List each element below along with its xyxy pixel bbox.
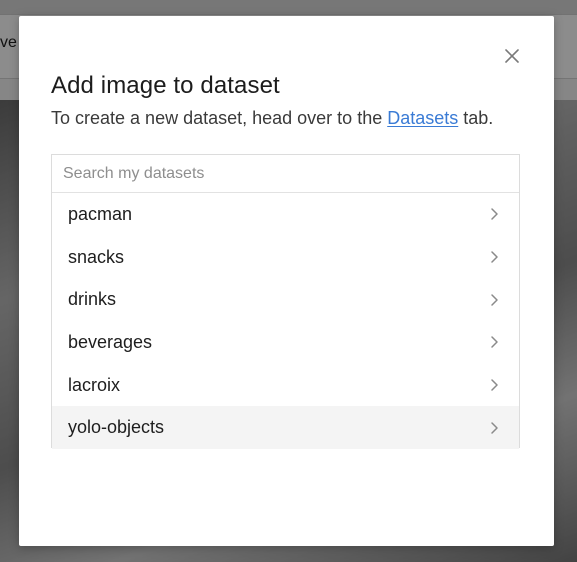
chevron-right-icon [491, 208, 498, 221]
close-button[interactable] [502, 46, 522, 66]
dataset-name: yolo-objects [68, 417, 165, 438]
dataset-name: lacroix [68, 374, 121, 395]
chevron-right-icon [491, 293, 498, 306]
datasets-tab-link[interactable]: Datasets [387, 108, 458, 128]
dataset-picker: pacman snacks drinks beverages lacroix yolo-o… [51, 154, 520, 450]
dataset-list: pacman snacks drinks beverages lacroix yolo-o… [52, 193, 519, 450]
add-to-dataset-modal: Add image to dataset To create a new dat… [19, 16, 554, 546]
modal-title: Add image to dataset [51, 72, 280, 99]
dataset-name: beverages [68, 331, 153, 352]
subtitle-prefix: To create a new dataset, head over to th… [51, 108, 388, 128]
dataset-item[interactable]: drinks [52, 278, 519, 322]
dataset-item[interactable]: snacks [52, 235, 519, 279]
chevron-right-icon [491, 422, 498, 434]
dataset-item[interactable]: yolo-objects [52, 406, 519, 450]
dataset-name: pacman [68, 203, 133, 224]
dataset-item[interactable]: beverages [52, 321, 519, 364]
modal-subtitle: To create a new dataset, head over to th… [51, 108, 493, 129]
chevron-right-icon [491, 379, 498, 391]
dataset-name: drinks [68, 289, 117, 310]
chevron-right-icon [491, 336, 498, 349]
dataset-name: snacks [68, 246, 125, 267]
chevron-right-icon [491, 251, 498, 263]
subtitle-suffix: tab. [458, 108, 494, 128]
dataset-item[interactable]: pacman [52, 193, 519, 236]
close-icon [505, 49, 519, 63]
dataset-item[interactable]: lacroix [52, 363, 519, 407]
search-datasets-input[interactable] [52, 155, 519, 193]
